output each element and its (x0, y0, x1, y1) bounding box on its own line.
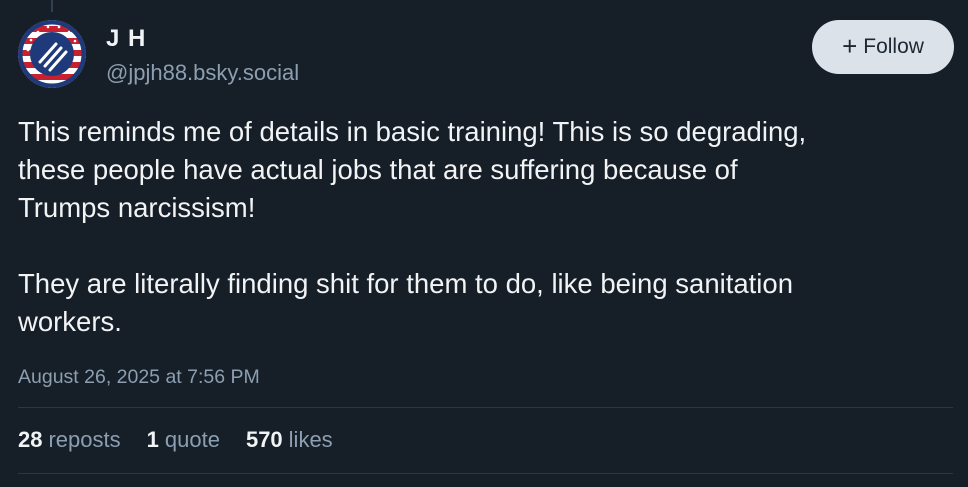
follow-button-label: Follow (863, 35, 924, 58)
post-stats: 28 reposts 1 quote 570 likes (18, 425, 359, 455)
quotes-count: 1 (146, 427, 159, 452)
reposts-count: 28 (18, 427, 43, 452)
reposts-label: reposts (48, 427, 121, 452)
avatar[interactable] (18, 20, 86, 88)
author-display-name[interactable]: J H (106, 25, 146, 53)
divider (18, 473, 953, 474)
thread-connector-line (51, 0, 53, 12)
follow-button[interactable]: + Follow (812, 20, 954, 74)
post-timestamp: August 26, 2025 at 7:56 PM (18, 366, 260, 388)
divider (18, 407, 953, 408)
likes-label: likes (288, 427, 333, 452)
likes-stat[interactable]: 570 likes (246, 425, 333, 455)
likes-count: 570 (245, 427, 283, 452)
quotes-label: quote (164, 427, 220, 452)
reposts-stat[interactable]: 28 reposts (18, 425, 121, 455)
plus-icon: + (842, 31, 858, 61)
post-thread-item: J H @jpjh88.bsky.social + Follow This re… (0, 0, 968, 487)
post-text: This reminds me of details in basic trai… (18, 116, 807, 337)
quotes-stat[interactable]: 1 quote (147, 425, 220, 455)
avatar-image (18, 20, 86, 88)
author-handle[interactable]: @jpjh88.bsky.social (106, 59, 299, 87)
